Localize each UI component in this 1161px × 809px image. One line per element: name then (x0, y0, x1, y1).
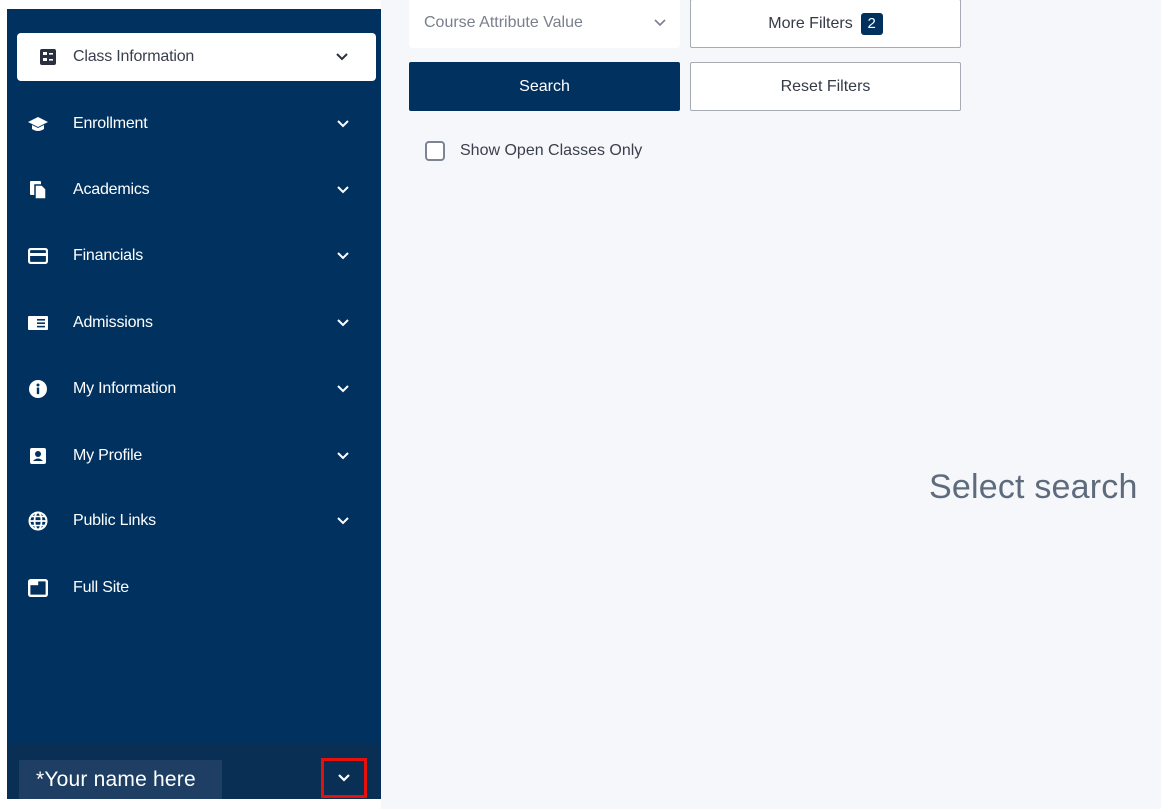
main-content: Course Attribute Value More Filters 2 Se… (381, 0, 1161, 809)
window-icon (27, 577, 49, 599)
chevron-down-icon[interactable] (334, 314, 352, 332)
user-bar: *Your name here (7, 744, 381, 799)
open-classes-checkbox[interactable] (425, 141, 445, 161)
sidebar-item-label: Full Site (73, 579, 129, 596)
sidebar-item-label: Admissions (73, 314, 153, 331)
chevron-down-icon[interactable] (334, 380, 352, 398)
sidebar: Class Information Enrollment Academics F… (7, 9, 381, 799)
sidebar-item-full-site[interactable]: Full Site (7, 564, 381, 612)
user-name-box: *Your name here (19, 760, 222, 799)
graduation-cap-icon (27, 113, 49, 135)
class-info-icon (37, 46, 59, 68)
admissions-icon (27, 312, 49, 334)
show-open-classes-toggle[interactable]: Show Open Classes Only (425, 141, 642, 161)
sidebar-item-academics[interactable]: Academics (7, 166, 381, 214)
user-menu-toggle[interactable] (321, 758, 367, 798)
more-filters-button[interactable]: More Filters 2 (690, 0, 961, 48)
open-classes-label: Show Open Classes Only (460, 142, 643, 159)
course-attribute-select[interactable]: Course Attribute Value (409, 0, 680, 48)
chevron-down-icon[interactable] (334, 115, 352, 133)
search-button[interactable]: Search (409, 62, 680, 111)
results-placeholder-message: Select search (929, 468, 1138, 506)
profile-icon (27, 445, 49, 467)
chevron-down-icon[interactable] (334, 247, 352, 265)
sidebar-item-label: Class Information (73, 48, 195, 65)
info-icon (27, 378, 49, 400)
filter-count-badge: 2 (860, 12, 883, 35)
sidebar-item-enrollment[interactable]: Enrollment (7, 100, 381, 148)
sidebar-item-label: Academics (73, 181, 150, 198)
sidebar-item-my-profile[interactable]: My Profile (7, 432, 381, 480)
globe-icon (27, 510, 49, 532)
sidebar-item-label: Public Links (73, 512, 156, 529)
sidebar-item-label: Enrollment (73, 115, 148, 132)
user-name: *Your name here (36, 768, 196, 791)
sidebar-item-my-information[interactable]: My Information (7, 365, 381, 413)
credit-card-icon (27, 245, 49, 267)
sidebar-item-label: My Profile (73, 447, 143, 464)
sidebar-item-label: Financials (73, 247, 144, 264)
sidebar-item-public-links[interactable]: Public Links (7, 497, 381, 545)
more-filters-label: More Filters (768, 14, 853, 32)
chevron-down-icon[interactable] (334, 512, 352, 530)
sidebar-item-financials[interactable]: Financials (7, 232, 381, 280)
sidebar-item-class-information[interactable]: Class Information (17, 33, 376, 81)
chevron-down-icon[interactable] (334, 447, 352, 465)
chevron-down-icon[interactable] (333, 48, 351, 66)
chevron-down-icon (338, 774, 350, 782)
documents-icon (27, 179, 49, 201)
sidebar-item-label: My Information (73, 380, 177, 397)
chevron-down-icon[interactable] (334, 181, 352, 199)
chevron-down-icon (653, 15, 667, 33)
reset-filters-button[interactable]: Reset Filters (690, 62, 961, 111)
course-attribute-placeholder: Course Attribute Value (424, 14, 583, 31)
sidebar-item-admissions[interactable]: Admissions (7, 299, 381, 347)
